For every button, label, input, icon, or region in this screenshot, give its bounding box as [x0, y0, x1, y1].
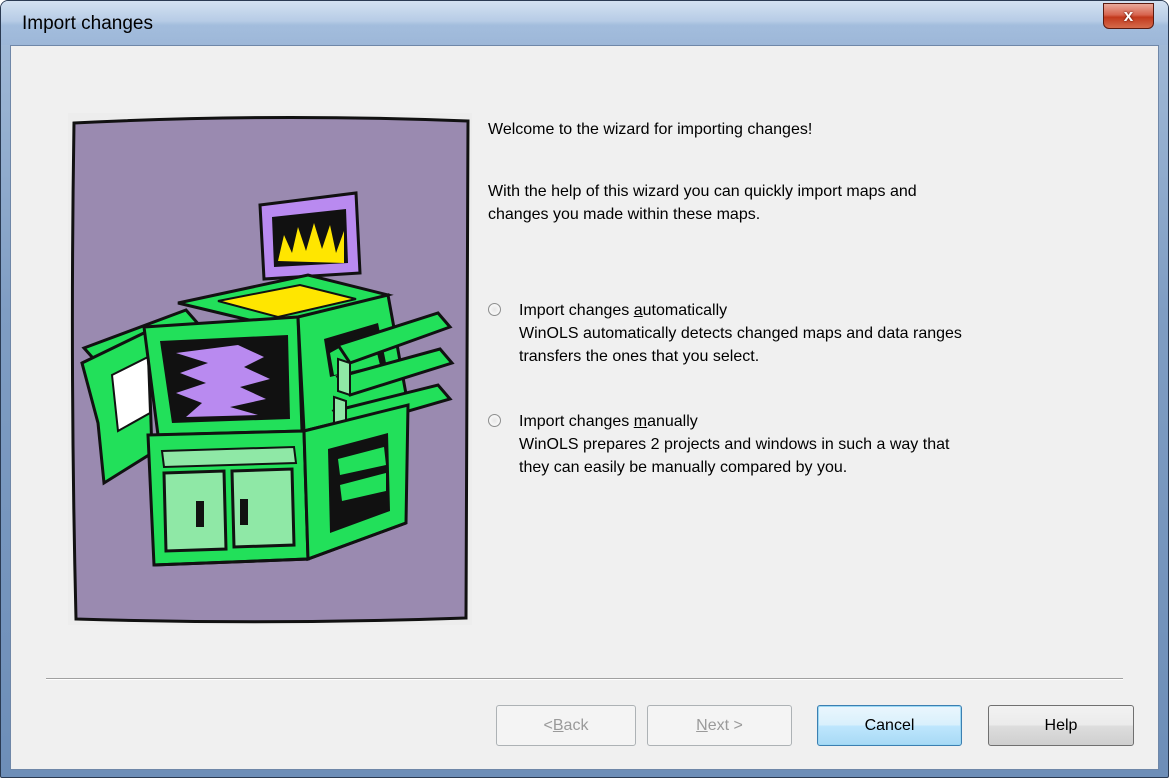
printer-illustration-icon: [68, 113, 472, 625]
option-description-line: WinOLS automatically detects changed map…: [519, 325, 962, 342]
help-button[interactable]: Help: [988, 705, 1134, 746]
next-button[interactable]: Next >: [647, 705, 792, 746]
option-description-line: transfers the ones that you select.: [519, 348, 760, 365]
window-title: Import changes: [22, 13, 153, 34]
description-line: With the help of this wizard you can qui…: [488, 183, 917, 200]
option-description-line: WinOLS prepares 2 projects and windows i…: [519, 436, 950, 453]
back-button[interactable]: < Back: [496, 705, 636, 746]
wizard-description: With the help of this wizard you can qui…: [488, 180, 1108, 226]
option-label[interactable]: Import changes manually: [519, 410, 698, 433]
option-description-line: they can easily be manually compared by …: [519, 459, 848, 476]
cancel-button[interactable]: Cancel: [817, 705, 962, 746]
radio-import-manually[interactable]: [488, 414, 501, 427]
radio-import-automatically[interactable]: [488, 303, 501, 316]
welcome-heading: Welcome to the wizard for importing chan…: [488, 121, 813, 138]
title-bar[interactable]: Import changes x: [1, 1, 1168, 45]
close-button[interactable]: x: [1103, 3, 1154, 29]
dialog-window: Import changes x Welcome to the wizard f…: [0, 0, 1169, 778]
close-icon: x: [1123, 6, 1134, 25]
option-description: WinOLS prepares 2 projects and windows i…: [519, 433, 1139, 479]
separator: [46, 678, 1123, 680]
option-label[interactable]: Import changes automatically: [519, 299, 727, 322]
option-description: WinOLS automatically detects changed map…: [519, 322, 1139, 368]
dialog-content: Welcome to the wizard for importing chan…: [10, 45, 1159, 770]
description-line: changes you made within these maps.: [488, 206, 761, 223]
